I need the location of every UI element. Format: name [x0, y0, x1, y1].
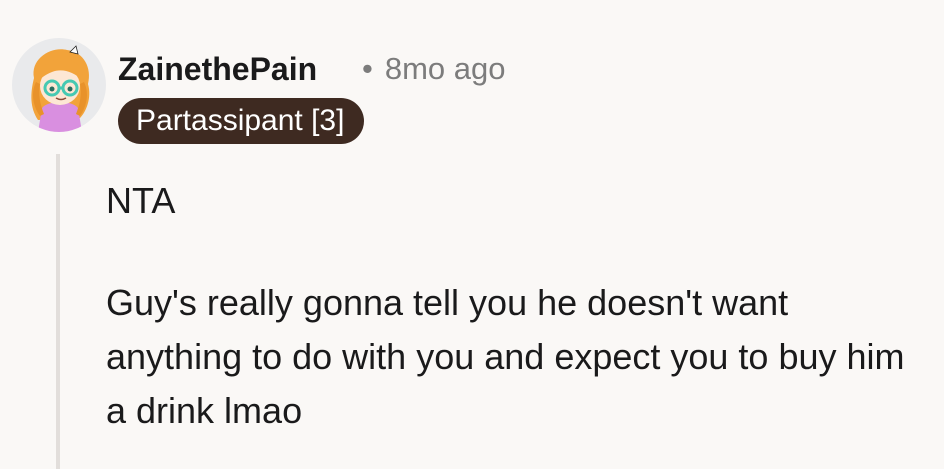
comment-meta: • 8mo ago: [362, 50, 506, 88]
comment-author[interactable]: ZainethePain: [118, 50, 317, 88]
cartoon-user-avatar-icon: [31, 45, 90, 132]
comment: ZainethePain • 8mo ago Partassipant [3] N…: [0, 0, 944, 469]
comment-body: NTA Guy's really gonna tell you he doesn…: [106, 174, 926, 438]
meta-separator: •: [362, 51, 373, 86]
comment-age[interactable]: 8mo ago: [385, 51, 506, 86]
thread-collapse-line[interactable]: [56, 154, 60, 469]
comment-paragraph: Guy's really gonna tell you he doesn't w…: [106, 282, 905, 431]
avatar[interactable]: [12, 38, 106, 132]
user-flair-badge: Partassipant [3]: [118, 98, 365, 144]
comment-paragraph: NTA: [106, 180, 176, 221]
